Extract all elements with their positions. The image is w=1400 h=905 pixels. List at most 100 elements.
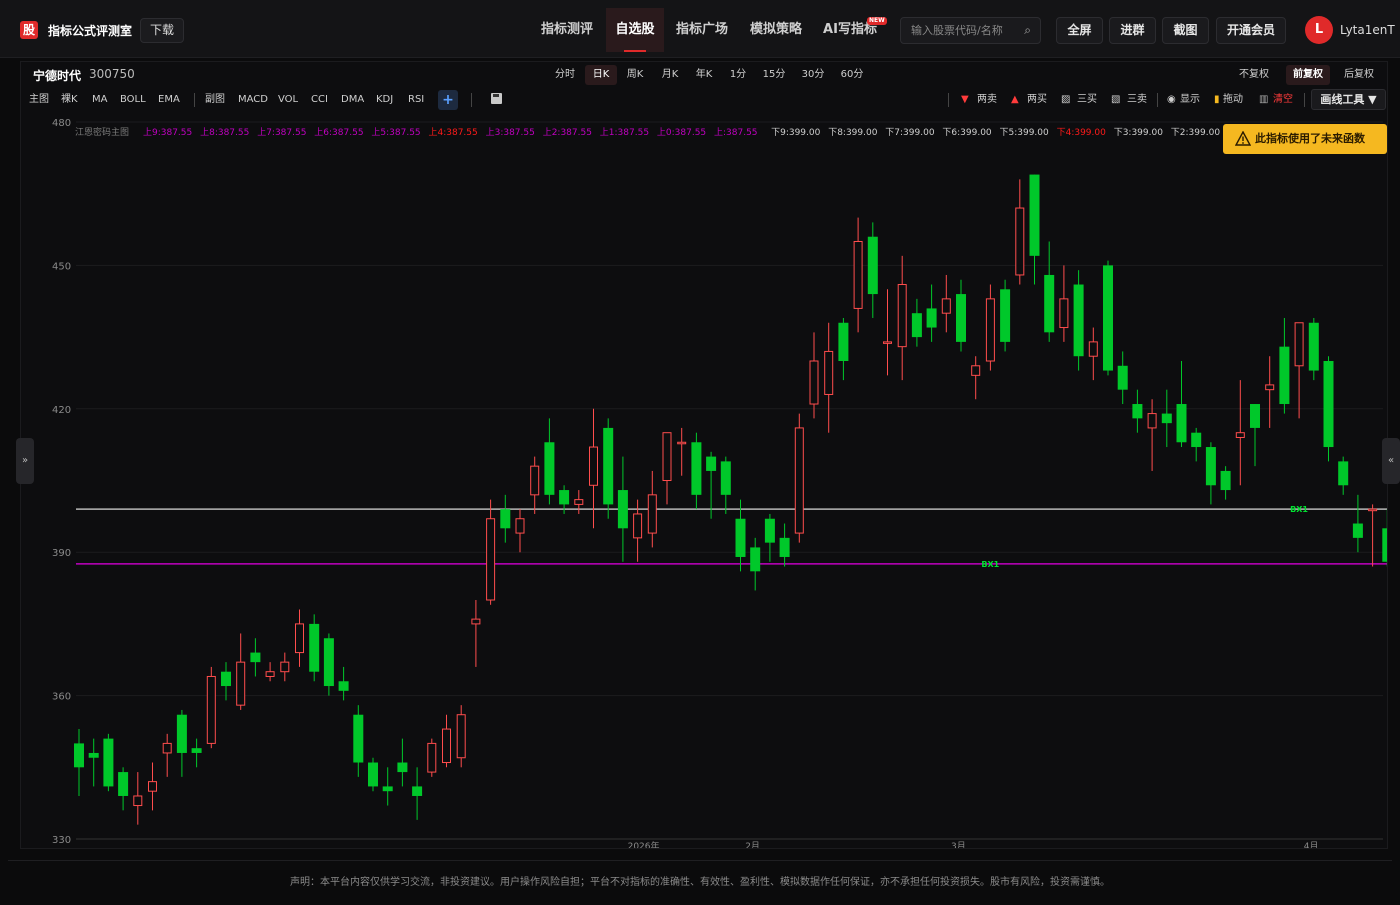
legend-entry: 下8:399.00	[828, 128, 878, 138]
candle	[1294, 322, 1304, 419]
candle-body	[1308, 322, 1319, 371]
candle-body	[236, 661, 246, 706]
fullscreen-button[interactable]: 全屏	[1056, 17, 1103, 44]
nav-indicator-review[interactable]: 指标测评	[528, 8, 606, 52]
candle	[148, 762, 157, 811]
stock-search-input[interactable]: 输入股票代码/名称 ⌕	[900, 17, 1041, 44]
candle-body	[617, 490, 628, 529]
candle	[236, 633, 246, 710]
candle	[1176, 361, 1187, 448]
candle	[779, 523, 790, 567]
candle	[1000, 279, 1011, 352]
candle-body	[764, 518, 775, 543]
candle-body	[515, 518, 525, 534]
username[interactable]: Lyta1enT	[1340, 23, 1395, 37]
nav-ai-write-indicator[interactable]: AI写指标	[812, 8, 888, 52]
candle	[764, 513, 775, 562]
legend-entry: 上1:387.55	[600, 127, 649, 138]
candle-body	[559, 490, 570, 505]
kline-chart[interactable]: 480 450 420 390 360 330 2026年 2月 3月 4月 江恩密码主图 上9:38…	[21, 62, 1387, 848]
candle	[280, 652, 290, 682]
candle-body	[1088, 341, 1098, 357]
candle-body	[911, 313, 922, 338]
candle-body	[1338, 461, 1349, 486]
candle-body	[162, 742, 172, 754]
candle-body	[1117, 365, 1128, 390]
candle-body	[295, 623, 304, 654]
candle	[133, 772, 143, 825]
legend-entry: 上0:387.55	[657, 127, 706, 138]
y-tick-label: 330	[52, 835, 71, 846]
candle	[162, 733, 172, 777]
candle	[191, 738, 202, 768]
candle-body	[1059, 298, 1069, 329]
nav-simulated-strategy[interactable]: 模拟策略	[740, 8, 812, 52]
candle	[265, 662, 275, 682]
y-tick-label: 390	[52, 548, 71, 559]
candle-body	[544, 442, 555, 495]
candle	[867, 222, 878, 318]
candle	[530, 456, 540, 514]
screenshot-button[interactable]: 截图	[1162, 17, 1209, 44]
nav-watchlist[interactable]: 自选股	[606, 8, 664, 52]
candle	[250, 638, 261, 677]
membership-button[interactable]: 开通会员	[1216, 17, 1286, 44]
candle-body	[867, 236, 878, 295]
candle-body	[1279, 346, 1290, 405]
candle-body	[824, 350, 834, 395]
candle-body	[353, 714, 364, 763]
candle-body	[706, 456, 717, 471]
candle	[971, 356, 981, 400]
candle-body	[838, 322, 849, 361]
candle-body	[1265, 384, 1275, 391]
candle-body	[1176, 404, 1187, 443]
candle-body	[603, 427, 614, 505]
candle	[74, 729, 84, 796]
expand-right-button[interactable]: «	[1382, 438, 1400, 484]
candle-body	[530, 465, 540, 496]
candle	[677, 427, 687, 476]
legend-entry: 上:387.55	[714, 127, 758, 138]
candle-body	[133, 795, 143, 807]
candle-body	[941, 298, 951, 314]
avatar[interactable]: L	[1305, 16, 1333, 44]
candle	[603, 418, 614, 519]
candle	[206, 666, 216, 749]
candle-body	[88, 752, 99, 758]
join-group-button[interactable]: 进群	[1109, 17, 1156, 44]
candle-body	[368, 762, 378, 787]
candle-body	[956, 294, 966, 342]
nav-indicator-plaza[interactable]: 指标广场	[664, 8, 740, 52]
top-bar: 股 指标公式评测室 下载 指标测评 自选股 指标广场 模拟策略 AI写指标 NE…	[0, 0, 1400, 58]
candle-body	[1294, 322, 1304, 367]
candle	[176, 709, 187, 777]
x-tick-label: 4月	[1304, 841, 1319, 848]
search-icon[interactable]: ⌕	[1024, 18, 1031, 43]
candle	[1015, 179, 1025, 285]
search-placeholder: 输入股票代码/名称	[911, 24, 1003, 37]
expand-left-button[interactable]: »	[16, 438, 34, 484]
candle	[1220, 466, 1231, 500]
candle-body	[148, 781, 157, 792]
candle-body	[309, 623, 320, 672]
candle	[295, 609, 304, 667]
candle	[1029, 174, 1040, 285]
download-button[interactable]: 下载	[140, 18, 184, 43]
x-tick-label: 3月	[951, 841, 966, 848]
app-logo: 股	[20, 21, 38, 39]
new-badge: NEW	[867, 17, 887, 25]
candle-body	[280, 661, 290, 673]
candle	[941, 274, 951, 333]
warning-icon	[1235, 131, 1251, 146]
candle	[1279, 317, 1290, 414]
candle	[1338, 456, 1349, 495]
candle-body	[221, 671, 231, 687]
candle-body	[589, 446, 598, 486]
candle	[544, 418, 555, 505]
candle-body	[985, 298, 995, 362]
candle-body	[442, 728, 451, 764]
legend-entry: 下3:399.00	[1114, 128, 1164, 138]
candle	[309, 614, 320, 682]
candle	[1323, 356, 1334, 462]
candle-body	[897, 284, 907, 348]
